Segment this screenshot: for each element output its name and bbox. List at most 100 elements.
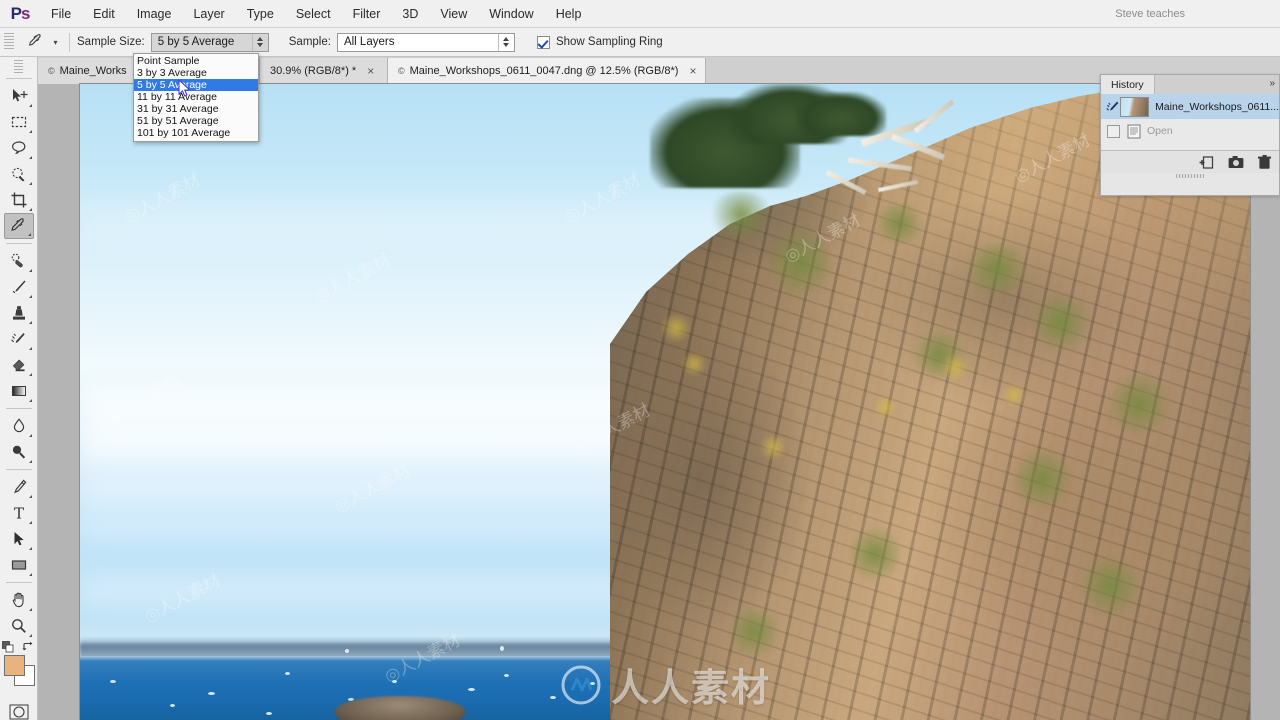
snapshot-name: Maine_Workshops_0611... <box>1155 100 1279 113</box>
close-tab-icon[interactable]: × <box>367 65 374 77</box>
color-swatches <box>1 641 36 687</box>
snapshot-brush-icon <box>1106 100 1120 114</box>
eyedropper-tool[interactable] <box>3 213 34 239</box>
menu-layer[interactable]: Layer <box>182 0 235 28</box>
sample-size-spinner-icon[interactable] <box>251 33 267 51</box>
toolbar-divider <box>5 469 32 470</box>
blur-tool[interactable] <box>4 413 34 439</box>
zoom-tool[interactable] <box>4 613 34 639</box>
menu-bar: Ps File Edit Image Layer Type Select Fil… <box>0 0 1280 28</box>
clone-stamp-tool[interactable] <box>4 300 34 326</box>
menu-3d[interactable]: 3D <box>391 0 429 28</box>
moss-patch <box>850 524 900 584</box>
new-document-from-state-icon[interactable] <box>1199 155 1214 170</box>
spot-healing-brush-tool[interactable] <box>4 248 34 274</box>
toolbar-divider <box>5 582 32 583</box>
dropdown-option-3-by-3-average[interactable]: 3 by 3 Average <box>134 67 258 79</box>
history-state-row[interactable]: Open <box>1101 119 1279 143</box>
history-panel-tabs: History » <box>1101 75 1279 94</box>
sample-select[interactable]: All Layers <box>336 32 515 52</box>
hand-tool[interactable] <box>4 587 34 613</box>
sample-size-value: 5 by 5 Average <box>157 36 235 48</box>
menu-filter[interactable]: Filter <box>342 0 392 28</box>
lichen-patch <box>1000 384 1028 406</box>
menu-type[interactable]: Type <box>236 0 285 28</box>
options-bar-grip[interactable] <box>4 33 14 51</box>
document-tab-2[interactable]: 30.9% (RGB/8*) * × <box>260 58 388 84</box>
copyright-icon: © <box>398 66 405 76</box>
tools-panel-grip[interactable] <box>14 60 23 74</box>
dropdown-option-point-sample[interactable]: Point Sample <box>134 55 258 67</box>
history-snapshot-row[interactable]: Maine_Workshops_0611... <box>1101 94 1279 119</box>
foreground-rock <box>335 696 465 720</box>
new-snapshot-icon[interactable] <box>1228 155 1244 169</box>
menu-file[interactable]: File <box>40 0 82 28</box>
show-sampling-ring-checkbox[interactable] <box>536 35 550 49</box>
options-divider <box>69 32 70 52</box>
history-state-source-checkbox[interactable] <box>1107 124 1120 138</box>
eraser-tool[interactable] <box>4 352 34 378</box>
photoshop-logo: Ps <box>10 3 31 23</box>
foreground-color-swatch[interactable] <box>3 655 25 676</box>
delete-state-icon[interactable] <box>1258 154 1271 170</box>
moss-patch <box>730 604 778 660</box>
quick-mask-mode-button[interactable] <box>4 699 34 720</box>
gradient-tool[interactable] <box>4 378 34 404</box>
lichen-patch <box>940 354 970 380</box>
image-canvas[interactable]: ◎人人素材 ◎人人素材 ◎人人素材 ◎人人素材 ◎人人素材 ◎人人素材 ◎人人素… <box>80 84 1250 720</box>
menu-select[interactable]: Select <box>285 0 342 28</box>
sample-size-dropdown-menu[interactable]: Point Sample 3 by 3 Average 5 by 5 Avera… <box>133 53 259 142</box>
tree-foliage <box>796 92 886 136</box>
toolbar-divider <box>5 408 32 409</box>
menu-help[interactable]: Help <box>545 0 593 28</box>
quick-selection-tool[interactable] <box>4 161 34 187</box>
menu-view[interactable]: View <box>429 0 478 28</box>
sample-size-select[interactable]: 5 by 5 Average <box>150 32 269 52</box>
path-selection-tool[interactable] <box>4 526 34 552</box>
dropdown-option-11-by-11-average[interactable]: 11 by 11 Average <box>134 91 258 103</box>
moss-patch <box>1014 444 1070 514</box>
history-panel-body: Maine_Workshops_0611... Open <box>1101 94 1279 178</box>
lichen-patch <box>658 314 694 342</box>
dropdown-option-5-by-5-average[interactable]: 5 by 5 Average <box>134 79 258 91</box>
driftwood-branch <box>913 99 955 134</box>
snapshot-thumbnail <box>1120 96 1150 117</box>
swap-colors-icon <box>21 641 32 651</box>
show-sampling-ring-row[interactable]: Show Sampling Ring <box>536 35 663 49</box>
copyright-icon: © <box>48 66 55 76</box>
history-state-label: Open <box>1147 125 1173 137</box>
eyedropper-icon[interactable] <box>23 31 49 53</box>
pen-tool[interactable] <box>4 474 34 500</box>
lichen-patch <box>680 352 708 376</box>
crop-tool[interactable] <box>4 187 34 213</box>
type-tool[interactable]: T <box>4 500 34 526</box>
menu-edit[interactable]: Edit <box>82 0 126 28</box>
history-panel: History » Maine_Workshops_0611... Open <box>1100 74 1280 196</box>
menu-image[interactable]: Image <box>126 0 183 28</box>
tool-preset-chevron-down-icon[interactable]: ▾ <box>49 31 62 53</box>
move-tool[interactable] <box>4 83 34 109</box>
dropdown-option-31-by-31-average[interactable]: 31 by 31 Average <box>134 103 258 115</box>
lasso-tool[interactable] <box>4 135 34 161</box>
rectangular-marquee-tool[interactable] <box>4 109 34 135</box>
menu-window[interactable]: Window <box>478 0 544 28</box>
sample-size-label: Sample Size: <box>77 36 145 48</box>
moss-patch <box>1030 294 1092 350</box>
close-tab-icon[interactable]: × <box>689 65 696 77</box>
history-panel-footer <box>1101 150 1279 173</box>
swatch-mini-controls <box>1 641 36 654</box>
brush-tool[interactable] <box>4 274 34 300</box>
dodge-tool[interactable] <box>4 439 34 465</box>
sample-spinner-icon[interactable] <box>497 33 513 51</box>
toolbar-divider <box>5 78 32 79</box>
document-tab-3[interactable]: © Maine_Workshops_0611_0047.dng @ 12.5% … <box>388 58 707 84</box>
tab-history[interactable]: History <box>1101 75 1155 94</box>
rectangle-shape-tool[interactable] <box>4 552 34 578</box>
dropdown-option-101-by-101-average[interactable]: 101 by 101 Average <box>134 127 258 139</box>
lichen-patch <box>872 396 898 418</box>
dropdown-option-51-by-51-average[interactable]: 51 by 51 Average <box>134 115 258 127</box>
collapse-panel-icon[interactable]: » <box>1269 78 1274 89</box>
history-brush-tool[interactable] <box>4 326 34 352</box>
moss-patch <box>962 244 1032 294</box>
history-panel-resize-grip[interactable] <box>1176 174 1204 178</box>
